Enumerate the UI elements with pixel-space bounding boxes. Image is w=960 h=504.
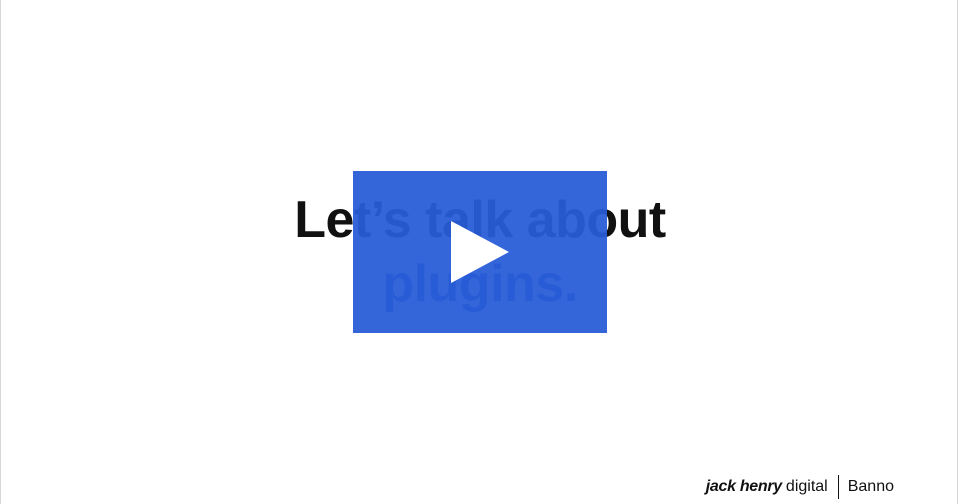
footer-brand-logo: jack henry digital Banno — [706, 474, 894, 500]
product-name: Banno — [847, 478, 894, 495]
brand-divider — [837, 475, 839, 499]
video-play-button[interactable] — [353, 171, 607, 333]
brand-name-light: digital — [785, 478, 828, 495]
play-icon — [451, 221, 509, 283]
brand-name-bold: jack henry — [705, 478, 782, 495]
